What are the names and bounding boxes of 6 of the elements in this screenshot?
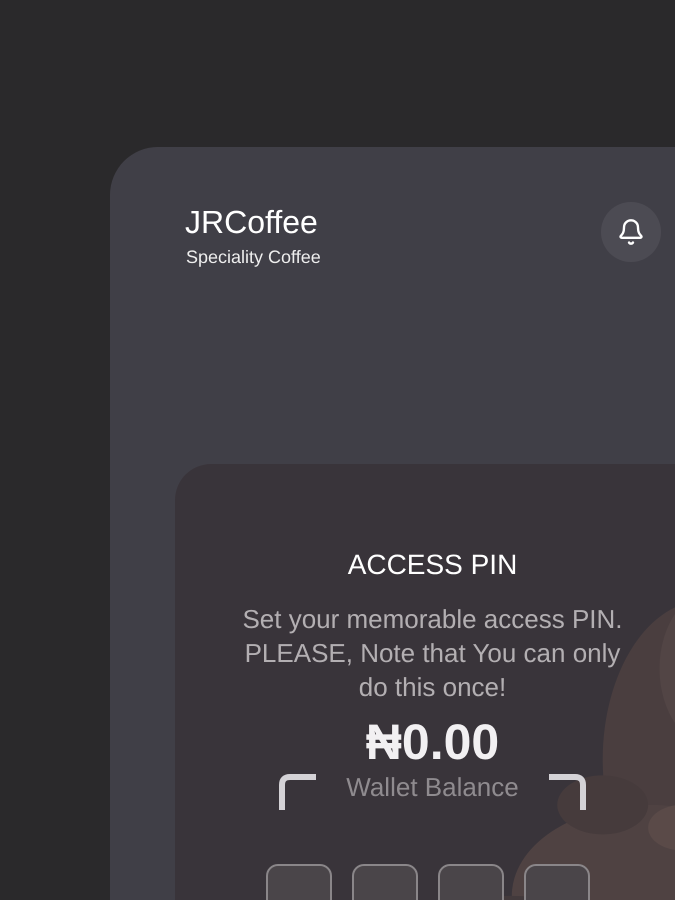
card-title: ACCESS PIN [348, 548, 518, 582]
balance-label: Wallet Balance [346, 772, 519, 802]
app-title: JRCoffee [185, 203, 319, 242]
balance-amount: ₦0.00 [366, 714, 500, 770]
card-message: Set your memorable access PIN. PLEASE, Note that You can only do this once! [241, 603, 624, 704]
app-subtitle: Speciality Coffee [186, 246, 321, 269]
